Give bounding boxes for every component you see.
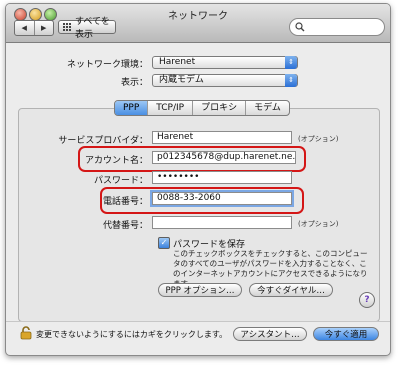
help-button[interactable]: ? — [359, 292, 375, 308]
account-name-field[interactable]: p012345678@dup.harenet.ne.jp — [152, 151, 296, 164]
phone-label: 電話番号： — [102, 197, 148, 207]
network-preferences-window: ネットワーク ◀ ▶ すべてを表示 ネットワーク環境： Harenet ⇕ 表示… — [5, 3, 391, 356]
lock-hint-text: 変更できないようにするにはカギをクリックします。 — [36, 330, 228, 339]
back-button[interactable]: ◀ — [15, 21, 35, 35]
alternate-optional-hint: (オプション) — [298, 220, 339, 228]
show-all-label: すべてを表示 — [75, 17, 110, 40]
assistant-button[interactable]: アシスタント… — [233, 327, 307, 341]
back-forward-control: ◀ ▶ — [14, 20, 54, 36]
password-label: パスワード： — [93, 176, 148, 186]
location-popup[interactable]: Harenet ⇕ — [152, 56, 298, 69]
tab-ppp[interactable]: PPP — [115, 101, 149, 115]
location-label: ネットワーク環境： — [66, 60, 148, 70]
dial-now-button[interactable]: 今すぐダイヤル… — [249, 283, 333, 297]
provider-field[interactable]: Harenet — [152, 131, 292, 144]
phone-number-field[interactable]: 0088-33-2060 — [152, 192, 292, 205]
search-input[interactable] — [289, 18, 385, 36]
footer-divider — [6, 321, 390, 322]
tab-proxy[interactable]: プロキシ — [193, 101, 247, 115]
show-label: 表示： — [120, 78, 148, 88]
password-field[interactable]: •••••••• — [152, 171, 292, 184]
account-label: アカウント名： — [84, 156, 148, 166]
save-password-checkbox[interactable]: ✓ — [158, 237, 170, 249]
forward-button[interactable]: ▶ — [35, 21, 54, 35]
tab-tcpip[interactable]: TCP/IP — [148, 101, 194, 115]
show-popup[interactable]: 内蔵モデム ⇕ — [152, 74, 298, 87]
preferences-content: ネットワーク環境： Harenet ⇕ 表示： 内蔵モデム ⇕ PPP TCP/… — [6, 43, 390, 355]
tab-modem[interactable]: モデム — [246, 101, 289, 115]
show-value: 内蔵モデム — [159, 75, 204, 85]
provider-optional-hint: (オプション) — [298, 135, 339, 143]
ppp-options-button[interactable]: PPP オプション… — [158, 283, 242, 297]
popup-arrows-icon: ⇕ — [285, 74, 297, 87]
alternate-number-field[interactable] — [152, 216, 292, 229]
provider-label: サービスプロバイダ： — [58, 136, 148, 146]
tab-bar: PPP TCP/IP プロキシ モデム — [114, 100, 290, 116]
grid-icon — [63, 22, 72, 32]
alternate-number-label: 代替番号： — [102, 221, 148, 231]
apply-now-button[interactable]: 今すぐ適用 — [313, 327, 379, 341]
lock-icon[interactable] — [20, 326, 32, 340]
location-value: Harenet — [159, 57, 196, 67]
title-bar: ネットワーク ◀ ▶ すべてを表示 — [6, 4, 390, 43]
popup-arrows-icon: ⇕ — [285, 56, 297, 69]
show-all-button[interactable]: すべてを表示 — [58, 17, 116, 40]
search-icon — [295, 22, 305, 32]
